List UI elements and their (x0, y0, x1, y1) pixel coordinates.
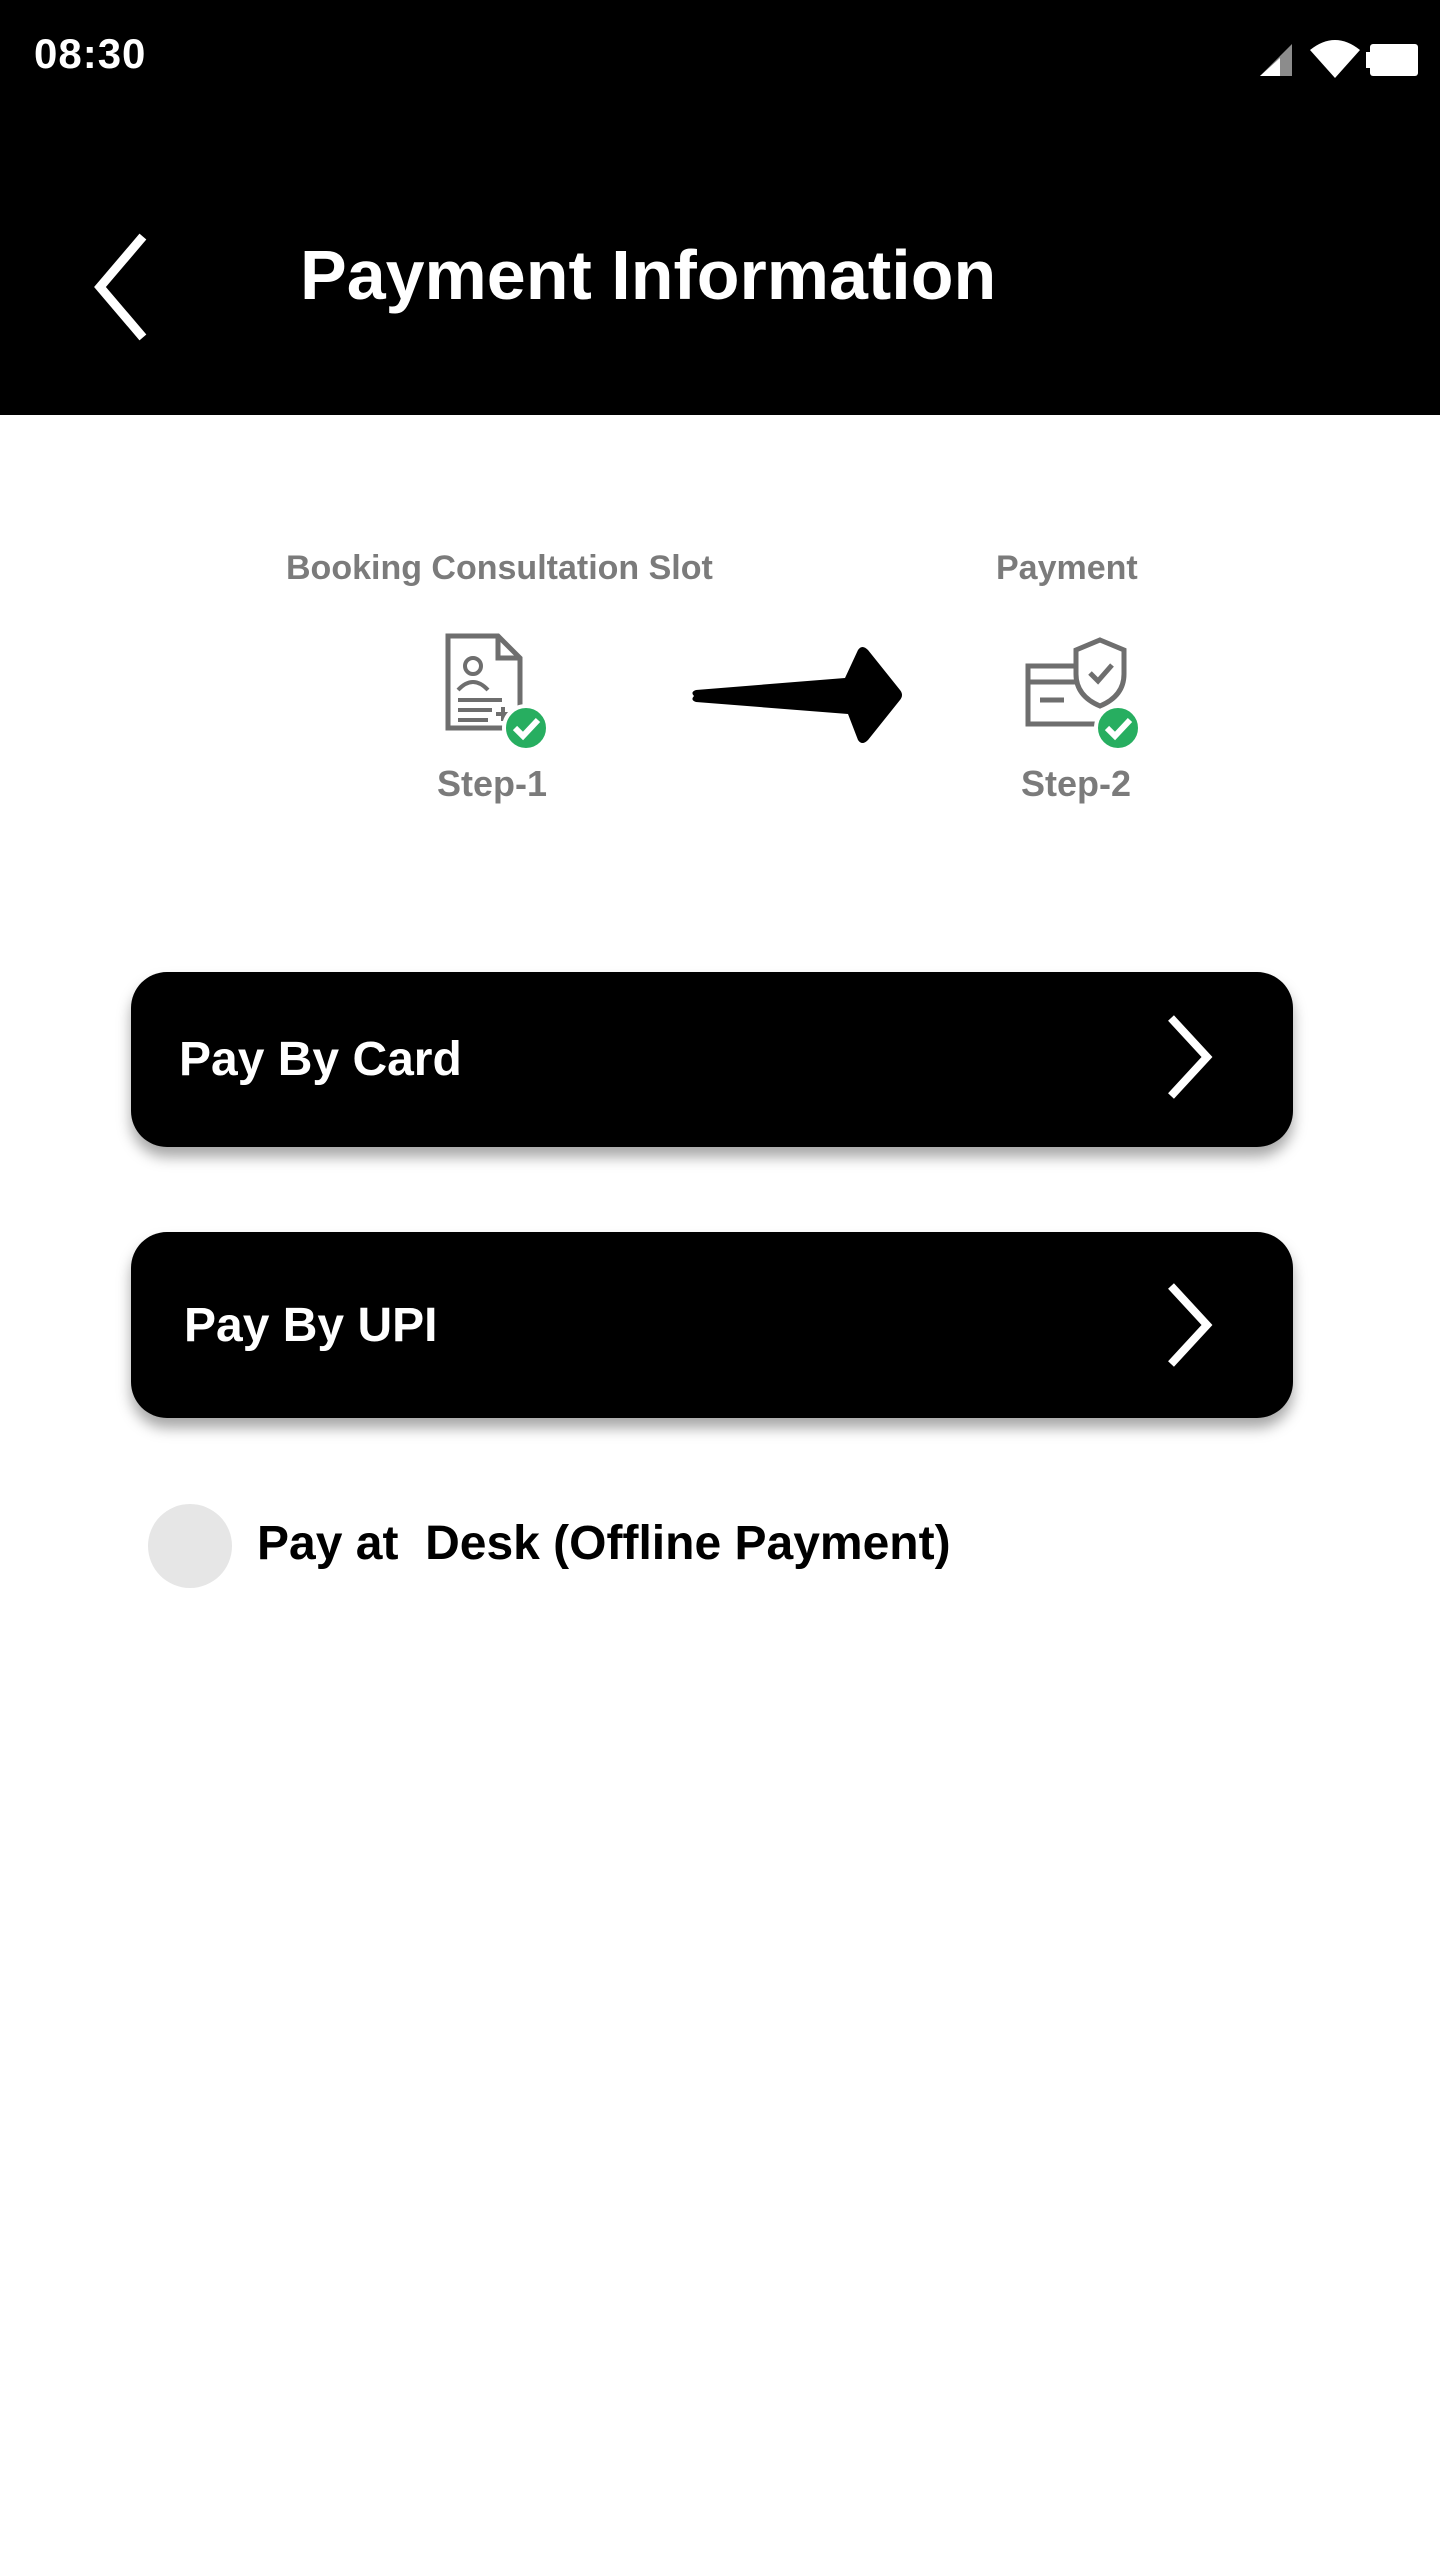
pay-at-desk-radio[interactable] (148, 1504, 232, 1588)
secure-card-check-icon (1025, 637, 1142, 752)
status-icons (1260, 40, 1418, 78)
chevron-right-icon (1168, 1015, 1213, 1099)
battery-icon (1366, 44, 1418, 76)
check-badge-icon (502, 704, 550, 752)
check-badge-icon (1094, 704, 1142, 752)
step-1-title: Booking Consultation Slot (286, 549, 713, 587)
wifi-icon (1310, 40, 1360, 78)
back-button[interactable] (78, 112, 168, 341)
page-title: Payment Information (300, 236, 997, 314)
signal-icon (1260, 44, 1292, 76)
pay-by-upi-button[interactable]: Pay By UPI (131, 1232, 1293, 1418)
pay-by-upi-label: Pay By UPI (184, 1299, 438, 1352)
step-1-caption: Step-1 (437, 763, 548, 804)
pay-by-card-button[interactable]: Pay By Card (131, 972, 1293, 1147)
status-bar: 08:30 (0, 0, 1440, 112)
chevron-left-icon (94, 233, 147, 341)
chevron-right-icon (1168, 1283, 1213, 1367)
arrow-right-icon (692, 647, 902, 743)
step-2-title: Payment (996, 549, 1138, 587)
pay-at-desk-label[interactable]: Pay at Desk (Offline Payment) (257, 1516, 951, 1571)
document-check-icon (445, 633, 550, 752)
status-time: 08:30 (34, 30, 147, 77)
step-2-caption: Step-2 (1021, 763, 1132, 804)
pay-by-card-label: Pay By Card (179, 1033, 462, 1086)
